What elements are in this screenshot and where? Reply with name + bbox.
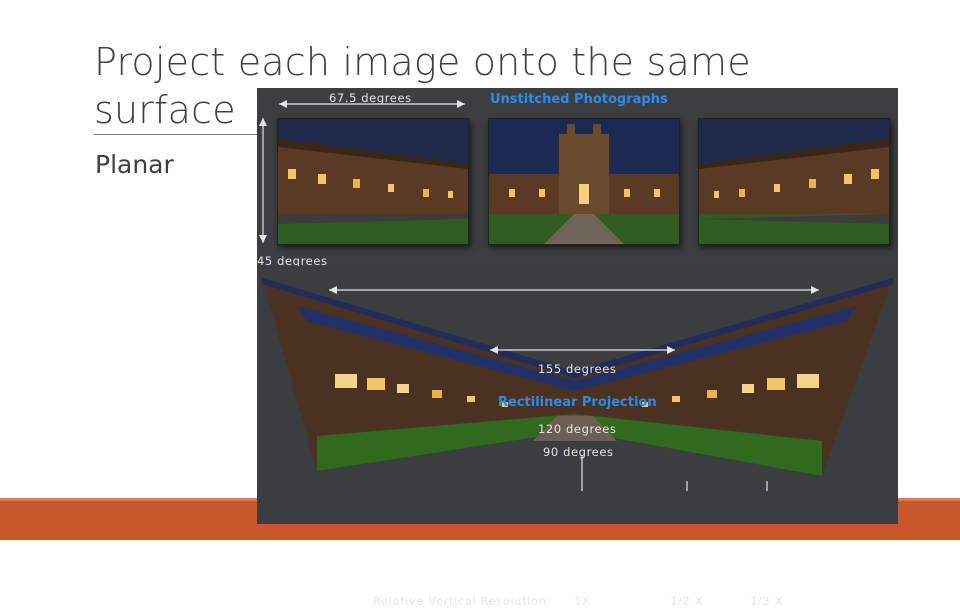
projection-title: Rectilinear Projection — [498, 395, 657, 410]
resolution-third: 1/3 X — [750, 594, 784, 608]
wide-angle-label: 155 degrees — [538, 362, 617, 376]
rectilinear-panel: 155 degrees Rectilinear Projection 120 d… — [257, 266, 898, 608]
resolution-label: Relative Vertical Resolution: — [373, 594, 552, 608]
title-underline — [94, 134, 264, 135]
top-angle-label: 67.5 degrees — [329, 91, 412, 105]
resolution-half: 1/2 X — [670, 594, 704, 608]
bullet-planar: Planar — [95, 150, 174, 179]
photo-left — [277, 118, 469, 245]
inner-angle-label: 90 degrees — [543, 445, 614, 459]
resolution-1x: 1X — [574, 594, 591, 608]
mid-angle-label: 120 degrees — [538, 422, 617, 436]
unstitched-title: Unstitched Photographs — [490, 92, 668, 107]
photo-center — [488, 118, 680, 245]
photo-right — [698, 118, 890, 245]
projection-figure: 67.5 degrees 45 degrees Unstitched Photo… — [257, 88, 898, 608]
